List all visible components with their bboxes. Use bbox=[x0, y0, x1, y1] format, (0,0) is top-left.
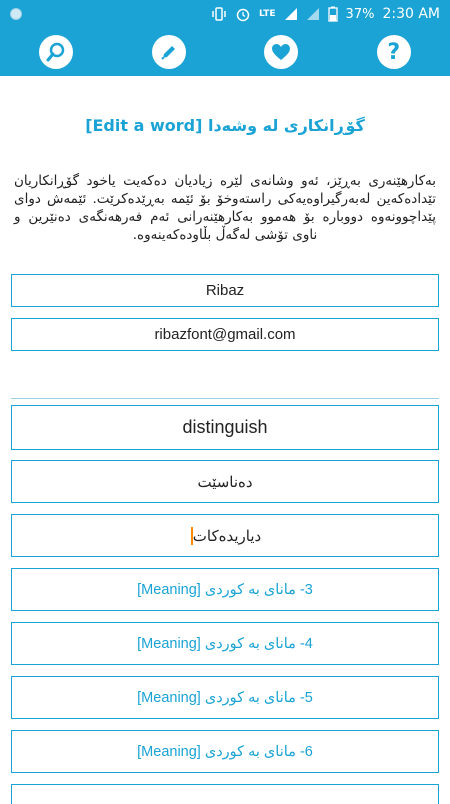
kurdish-meaning-2-field[interactable]: دیاریدەکات bbox=[11, 514, 439, 557]
clock: 2:30 AM bbox=[382, 6, 440, 22]
signal-icon bbox=[284, 8, 297, 20]
meaning-7-field[interactable] bbox=[11, 784, 439, 804]
text-cursor bbox=[190, 526, 193, 545]
email-field[interactable]: ribazfont@gmail.com bbox=[11, 318, 439, 351]
battery-percent: 37% bbox=[345, 6, 375, 22]
page-title: [Edit a word] گۆڕانکاری لە وشەدا bbox=[0, 116, 450, 135]
status-bar: LTE 37% 2:30 AM bbox=[0, 0, 450, 28]
divider bbox=[11, 398, 439, 399]
status-indicators: LTE 37% 2:30 AM bbox=[211, 6, 440, 22]
edit-pencil-icon bbox=[161, 46, 175, 60]
help-button[interactable]: ? bbox=[376, 35, 411, 69]
heart-icon bbox=[272, 44, 291, 60]
meaning-4-field[interactable]: 4- مانای بە کوردی [Meaning] bbox=[11, 622, 439, 665]
search-button[interactable] bbox=[39, 35, 74, 69]
meaning-3-field[interactable]: 3- مانای بە کوردی [Meaning] bbox=[11, 568, 439, 611]
edit-button[interactable] bbox=[151, 35, 186, 69]
meaning-6-field[interactable]: 6- مانای بە کوردی [Meaning] bbox=[11, 730, 439, 773]
network-type: LTE bbox=[259, 9, 276, 19]
word-field[interactable]: distinguish bbox=[11, 405, 439, 450]
page-title-en: [Edit a word] bbox=[85, 116, 203, 135]
kurdish-meaning-1-field[interactable]: دەناسێت bbox=[11, 460, 439, 503]
meaning-5-field[interactable]: 5- مانای بە کوردی [Meaning] bbox=[11, 676, 439, 719]
vibrate-icon bbox=[212, 7, 226, 21]
notification-dot-icon bbox=[10, 8, 22, 20]
help-question-icon: ? bbox=[387, 39, 401, 65]
search-icon bbox=[46, 42, 65, 62]
kurdish-meaning-2-text: دیاریدەکات bbox=[192, 527, 262, 545]
alarm-icon bbox=[236, 8, 250, 22]
page-title-ku: گۆڕانکاری لە وشەدا bbox=[207, 116, 365, 135]
intro-text: بەکارهێنەری بەڕێز، ئەو وشانەی لێرە زیادی… bbox=[14, 173, 436, 243]
favorites-button[interactable] bbox=[264, 35, 299, 69]
battery-icon bbox=[327, 6, 338, 22]
name-field[interactable]: Ribaz bbox=[11, 274, 439, 307]
top-toolbar: ? bbox=[0, 28, 450, 76]
signal-secondary-icon bbox=[306, 8, 319, 20]
